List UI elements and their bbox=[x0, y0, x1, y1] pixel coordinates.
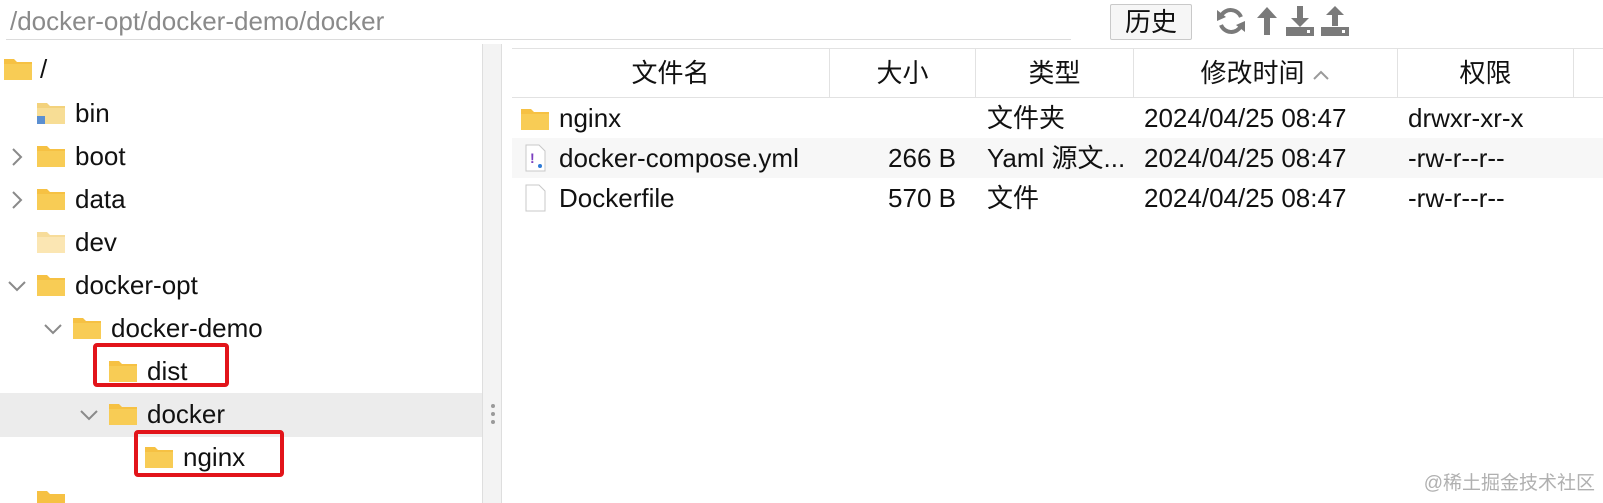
folder-icon bbox=[109, 404, 137, 425]
link-folder-icon bbox=[37, 103, 65, 124]
tree-item-data[interactable]: data bbox=[0, 178, 482, 222]
red-highlight-box-nginx bbox=[134, 430, 284, 477]
path-toolbar: 历史 bbox=[0, 0, 1603, 44]
folder-icon bbox=[37, 275, 65, 296]
file-name: Dockerfile bbox=[559, 183, 675, 213]
column-header-type[interactable]: 类型 bbox=[976, 49, 1134, 97]
directory-tree: / bin boot data dev docker-opt docker-de… bbox=[0, 44, 482, 503]
chevron-down-icon[interactable] bbox=[41, 317, 65, 341]
file-row[interactable]: ! docker-compose.yml 266 B Yaml 源文... 20… bbox=[512, 138, 1603, 178]
tree-label: dev bbox=[75, 227, 117, 257]
chevron-down-icon[interactable] bbox=[77, 403, 101, 427]
folder-icon bbox=[37, 146, 65, 167]
file-permission: drwxr-xr-x bbox=[1408, 103, 1524, 133]
grip-dot bbox=[491, 404, 495, 408]
column-header-modified[interactable]: 修改时间 bbox=[1134, 49, 1398, 97]
file-icon bbox=[525, 184, 546, 212]
tree-item-partial[interactable] bbox=[0, 481, 482, 503]
file-row[interactable]: Dockerfile 570 B 文件 2024/04/25 08:47 -rw… bbox=[512, 178, 1603, 218]
watermark: @稀土掘金技术社区 bbox=[1423, 473, 1595, 494]
tree-item-docker-demo[interactable]: docker-demo bbox=[0, 307, 482, 351]
folder-icon bbox=[37, 189, 65, 210]
column-label: 权限 bbox=[1459, 58, 1512, 88]
red-highlight-box-dist bbox=[93, 343, 229, 387]
folder-icon bbox=[521, 109, 549, 130]
file-modified: 2024/04/25 08:47 bbox=[1144, 103, 1347, 133]
column-label: 类型 bbox=[1028, 58, 1081, 88]
file-modified: 2024/04/25 08:47 bbox=[1144, 143, 1347, 173]
folder-icon bbox=[73, 318, 101, 339]
file-type: Yaml 源文... bbox=[987, 143, 1126, 173]
file-type: 文件夹 bbox=[987, 103, 1066, 133]
tree-item-docker-opt[interactable]: docker-opt bbox=[0, 264, 482, 308]
tree-item-root[interactable]: / bbox=[0, 48, 482, 92]
pane-splitter[interactable] bbox=[482, 44, 502, 503]
file-row[interactable]: nginx 文件夹 2024/04/25 08:47 drwxr-xr-x bbox=[512, 98, 1603, 138]
tree-label: docker-opt bbox=[75, 270, 198, 300]
sort-ascending-icon bbox=[1312, 70, 1329, 80]
file-list: 文件名 大小 类型 修改时间 权限 nginx 文件夹 2024/04/25 0… bbox=[512, 48, 1603, 503]
tree-item-boot[interactable]: boot bbox=[0, 135, 482, 179]
refresh-icon[interactable] bbox=[1214, 4, 1248, 38]
file-size: 570 B bbox=[888, 183, 956, 213]
svg-text:!: ! bbox=[530, 150, 535, 166]
column-label: 大小 bbox=[876, 58, 929, 88]
grip-dot bbox=[491, 412, 495, 416]
tree-item-dist[interactable]: dist bbox=[0, 350, 482, 394]
chevron-right-icon[interactable] bbox=[5, 145, 29, 169]
file-permission: -rw-r--r-- bbox=[1408, 143, 1505, 173]
download-icon[interactable] bbox=[1283, 4, 1317, 38]
tree-label: docker bbox=[147, 399, 226, 429]
chevron-down-icon[interactable] bbox=[5, 274, 29, 298]
history-button[interactable]: 历史 bbox=[1110, 4, 1192, 40]
folder-icon bbox=[37, 232, 65, 253]
column-header-size[interactable]: 大小 bbox=[830, 49, 976, 97]
grip-dot bbox=[491, 420, 495, 424]
column-header-name[interactable]: 文件名 bbox=[512, 49, 830, 97]
tree-item-dev[interactable]: dev bbox=[0, 221, 482, 265]
tree-item-bin[interactable]: bin bbox=[0, 92, 482, 136]
column-label: 修改时间 bbox=[1200, 58, 1305, 88]
tree-label: data bbox=[75, 184, 126, 214]
upload-icon[interactable] bbox=[1318, 4, 1352, 38]
folder-icon bbox=[4, 59, 32, 80]
file-size: 266 B bbox=[888, 143, 956, 173]
file-permission: -rw-r--r-- bbox=[1408, 183, 1505, 213]
file-name: nginx bbox=[559, 103, 622, 133]
folder-icon bbox=[37, 491, 65, 503]
file-name: docker-compose.yml bbox=[559, 143, 799, 173]
file-modified: 2024/04/25 08:47 bbox=[1144, 183, 1347, 213]
up-arrow-icon[interactable] bbox=[1250, 4, 1284, 38]
column-header-permission[interactable]: 权限 bbox=[1398, 49, 1574, 97]
tree-label: / bbox=[40, 54, 48, 84]
tree-label: docker-demo bbox=[111, 313, 263, 343]
tree-label: bin bbox=[75, 98, 110, 128]
column-label: 文件名 bbox=[631, 58, 710, 88]
list-header: 文件名 大小 类型 修改时间 权限 bbox=[512, 48, 1603, 98]
yaml-file-icon: ! bbox=[525, 144, 546, 172]
file-type: 文件 bbox=[987, 183, 1040, 213]
path-input[interactable] bbox=[6, 2, 1071, 40]
tree-label: boot bbox=[75, 141, 126, 171]
chevron-right-icon[interactable] bbox=[5, 188, 29, 212]
